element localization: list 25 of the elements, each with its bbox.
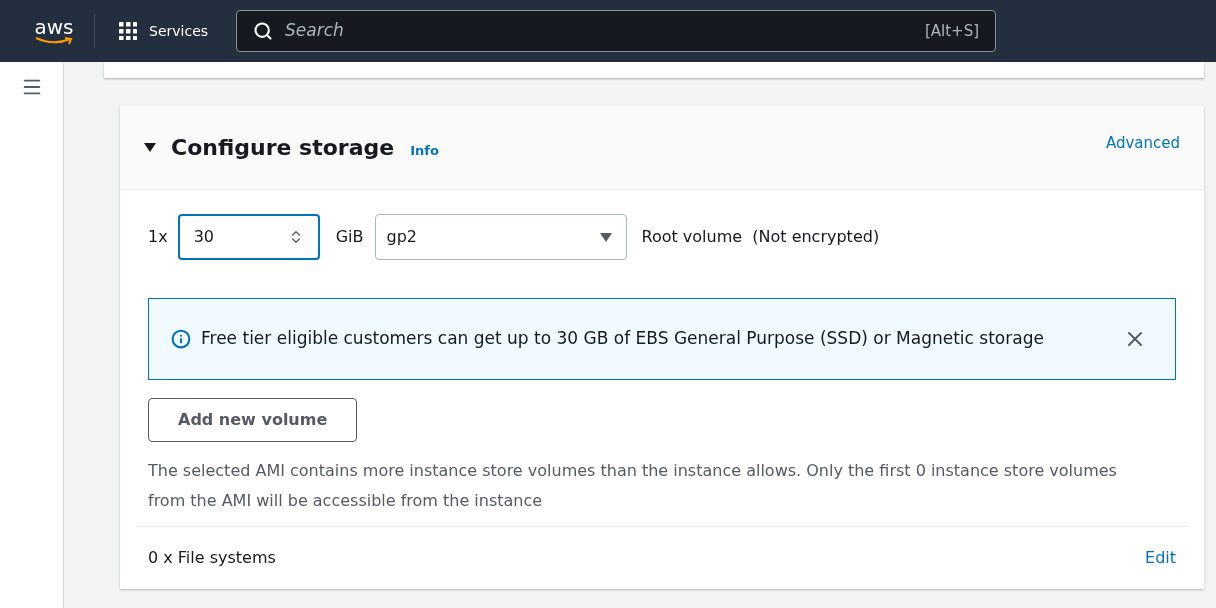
section-title: Configure storage [171,134,395,162]
volume-type-dropdown[interactable]: gp2 [375,214,628,260]
info-icon [171,329,191,349]
add-volume-button[interactable]: Add new volume [148,398,358,442]
search-field[interactable]: Search [Alt+S] [236,10,997,52]
search-input[interactable]: Search [285,18,913,44]
search-icon [253,21,274,41]
keyboard-shortcut: [Alt+S] [924,20,980,42]
instance-store-note: The selected AMI contains more instance store volumes than the instance allows. Only the first 0 instance store volumes from the AMI will be accessible from the instance [148,460,1118,512]
volume-count: 1x [148,226,168,248]
edit-link[interactable]: Edit [1145,546,1176,570]
unit-label: GiB [335,226,364,248]
advanced-link[interactable]: Advanced [1105,132,1180,155]
volume-description: Root volume (Not encrypted) [641,226,880,248]
caret-icon[interactable] [144,142,156,153]
smile-arrow-icon [34,37,74,45]
file-systems-label: 0 x File systems [148,547,276,569]
info-link[interactable]: Info [410,140,439,161]
alert-text: Free tier eligible customers can get up to 30 GB of EBS General Purpose (SSD) or Magnetic storage [201,327,1044,351]
caret-icon [600,232,613,242]
size-field[interactable]: 30 [177,214,320,260]
grid-icon [119,22,137,40]
logo[interactable]: aws [34,17,74,37]
services-button[interactable]: Services [111,20,217,42]
size-input[interactable]: 30 [193,225,274,249]
